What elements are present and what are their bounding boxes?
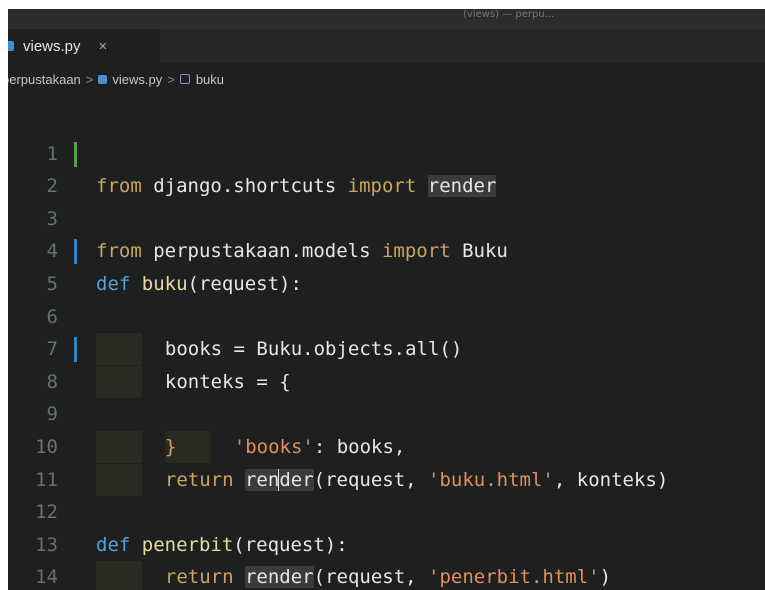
code-token: render — [244, 566, 314, 589]
code-line: 14 — [8, 529, 765, 588]
code-line: 3 — [8, 170, 765, 230]
code-token: (request, — [313, 566, 429, 589]
gutter-modified-marker — [74, 239, 77, 265]
breadcrumb-separator: > — [167, 71, 175, 87]
python-file-icon — [8, 41, 14, 51]
gutter-modified-marker — [74, 337, 77, 363]
gutter-added-marker — [74, 141, 77, 167]
code-token: 'penerbit.html' — [428, 566, 600, 589]
window-title: (views) — perpu... — [463, 9, 555, 20]
code-line: 10 return render(request, 'buku.html', k… — [8, 398, 765, 496]
breadcrumb-separator: > — [85, 71, 94, 87]
code-line: 13 return render(request, 'penerbit.html… — [8, 496, 765, 590]
code-line: 12 def penerbit(request): — [8, 464, 765, 556]
code-token: return — [164, 566, 234, 589]
title-bar: (views) — perpu... — [8, 9, 765, 29]
code-line: 7 konteks = { — [8, 301, 765, 398]
code-line: 6 — [8, 268, 765, 328]
code-line: 4 def buku(request): — [8, 203, 765, 295]
breadcrumb-symbol[interactable]: buku — [196, 72, 224, 87]
line-number: 14 — [35, 566, 58, 589]
code-token: ) — [599, 566, 612, 589]
indent-guide — [96, 561, 142, 590]
code-line: 9 } — [8, 366, 765, 463]
close-tab-icon[interactable]: × — [99, 38, 108, 55]
breadcrumb: perpustakaan > views.py > buku — [8, 69, 765, 89]
code-line: 2 from perpustakaan.models import Buku — [8, 138, 765, 262]
tab-views-py[interactable]: views.py × — [8, 29, 160, 63]
python-file-icon — [98, 74, 108, 84]
symbol-method-icon — [179, 74, 190, 84]
code-editor[interactable]: 1 from django.shortcuts import render 2 … — [8, 105, 765, 590]
breadcrumb-folder[interactable]: perpustakaan — [8, 72, 81, 87]
code-line: 5 books = Buku.objects.all() — [8, 235, 765, 366]
editor-window: (views) — perpu... views.py × perpustaka… — [8, 9, 765, 590]
breadcrumb-file[interactable]: views.py — [112, 72, 162, 87]
tab-bar: views.py × — [8, 29, 765, 63]
code-line: 11 — [8, 431, 765, 491]
code-line: 8 'books': books, — [8, 333, 765, 463]
tab-label: views.py — [23, 37, 81, 55]
code-line: 1 from django.shortcuts import render — [8, 105, 765, 198]
